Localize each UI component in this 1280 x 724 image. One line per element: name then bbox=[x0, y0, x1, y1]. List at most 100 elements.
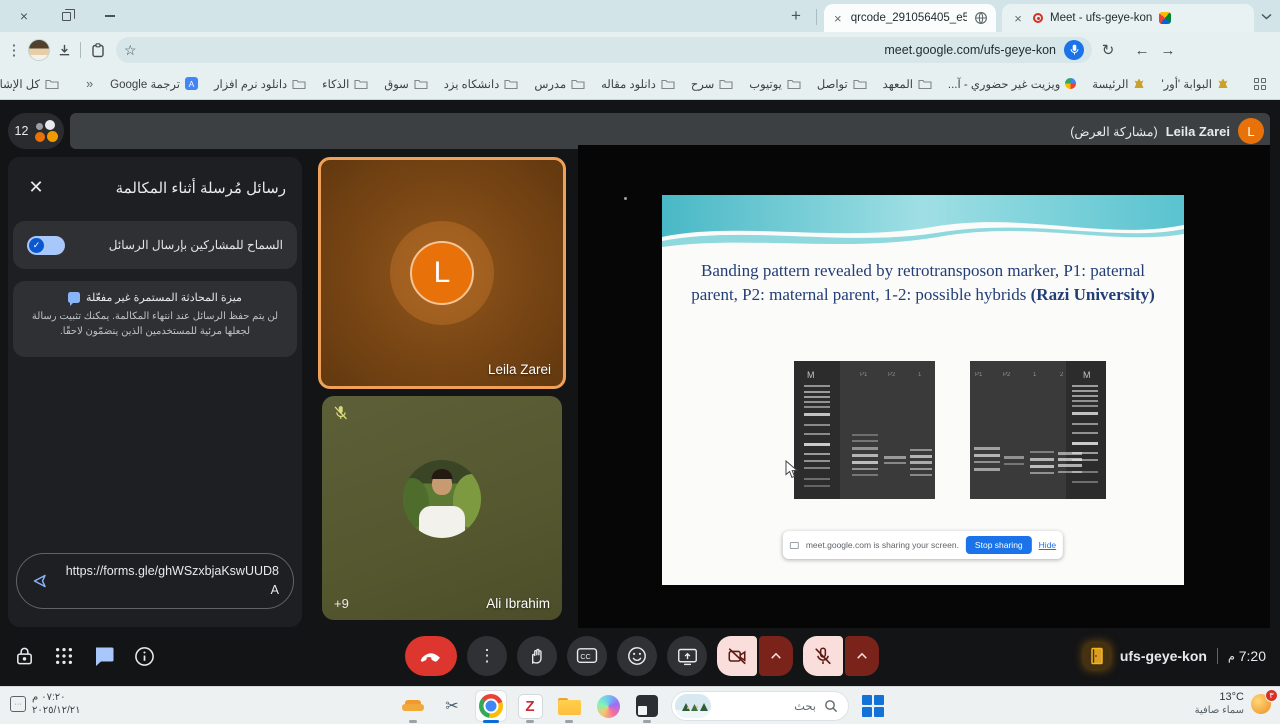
meeting-code: ufs-geye-kon bbox=[1120, 648, 1207, 664]
window-minimize-button[interactable] bbox=[90, 0, 130, 32]
allow-messages-toggle[interactable]: ✓ bbox=[27, 236, 65, 255]
artifact-dot bbox=[624, 197, 627, 200]
gel-image-left: M P1 P2 1 bbox=[794, 361, 935, 499]
new-tab-button[interactable]: + bbox=[782, 0, 810, 32]
bookmark-item[interactable]: الرئيسة bbox=[1085, 74, 1152, 94]
send-icon[interactable] bbox=[31, 572, 49, 590]
back-button[interactable]: ← bbox=[1130, 38, 1154, 62]
taskbar-app-copilot[interactable] bbox=[593, 691, 623, 721]
reactions-button[interactable] bbox=[617, 636, 657, 676]
chrome-icon bbox=[479, 694, 503, 718]
taskbar-search-box[interactable]: بحث bbox=[671, 691, 849, 721]
bookmark-star-icon[interactable]: ☆ bbox=[124, 42, 137, 59]
folder-icon bbox=[853, 78, 867, 90]
taskbar-app-chrome[interactable] bbox=[476, 691, 506, 721]
allow-messages-label: السماح للمشاركين بإرسال الرسائل bbox=[109, 238, 283, 252]
forward-button[interactable]: → bbox=[1156, 38, 1180, 62]
browser-toolbar: ⋮ ☆ meet.google.com/ufs-geye-kon ↻ ← → bbox=[0, 32, 1280, 68]
video-tile-leila[interactable]: L Leila Zarei bbox=[318, 157, 566, 389]
bookmark-item[interactable]: ويزيت غير حضوري - آ... bbox=[941, 74, 1083, 94]
participant-name: Ali Ibrahim bbox=[486, 596, 550, 611]
input-method-icon[interactable]: ··· bbox=[10, 696, 26, 712]
camera-off-button[interactable] bbox=[717, 636, 757, 676]
taskbar-clock[interactable]: ··· م ٠٧:٢٠ ٢٠٢٥/١٢/٢١ bbox=[10, 691, 81, 717]
bookmark-item-google-translate[interactable]: A ترجمة Google bbox=[103, 74, 205, 94]
taskbar-app-lounge[interactable] bbox=[398, 691, 428, 721]
tab-close-icon[interactable]: × bbox=[832, 11, 844, 26]
host-controls-lock-icon[interactable] bbox=[14, 645, 35, 667]
zotero-icon: Z bbox=[519, 695, 542, 718]
meeting-time: م 7:20 bbox=[1228, 648, 1266, 664]
tab-meet-active[interactable]: × Meet - ufs-geye-kon bbox=[1002, 4, 1254, 32]
video-tile-ali[interactable]: +9 Ali Ibrahim bbox=[322, 396, 562, 620]
bookmark-item[interactable]: الذكاء bbox=[315, 74, 375, 94]
hangup-button[interactable] bbox=[405, 636, 457, 676]
info-icon[interactable] bbox=[134, 646, 155, 667]
screen-sharing-bar: meet.google.com is sharing your screen. … bbox=[783, 531, 1063, 559]
bookmark-item[interactable]: المعهد bbox=[876, 74, 939, 94]
taskbar-weather-widget[interactable]: 13°C سماء صافية ٣ bbox=[1195, 690, 1272, 717]
all-bookmarks-button[interactable]: كل الإشارات المرجعية bbox=[0, 74, 66, 94]
window-close-button[interactable]: × bbox=[4, 0, 44, 32]
voice-search-button[interactable] bbox=[1064, 40, 1084, 60]
bookmark-item[interactable]: البوابة 'أور' bbox=[1154, 74, 1236, 94]
restore-icon bbox=[62, 12, 71, 21]
chat-message-input[interactable]: https://forms.gle/ghWSzxbjaKswUUD8A bbox=[16, 553, 294, 609]
bookmark-item[interactable]: سوق bbox=[377, 74, 435, 94]
extension-icon[interactable] bbox=[86, 38, 110, 62]
taskbar-app-zotero[interactable]: Z bbox=[515, 691, 545, 721]
bookmark-item[interactable]: تواصل bbox=[810, 74, 874, 94]
browser-menu-kebab-icon[interactable]: ⋮ bbox=[4, 38, 24, 62]
raise-hand-button[interactable] bbox=[517, 636, 557, 676]
profile-avatar[interactable] bbox=[26, 38, 52, 62]
camera-off-icon bbox=[727, 646, 747, 666]
present-screen-button[interactable] bbox=[667, 636, 707, 676]
taskbar-date: ٢٠٢٥/١٢/٢١ bbox=[32, 704, 81, 717]
taskbar-app-snipping-tool[interactable]: ✂ bbox=[437, 691, 467, 721]
taskbar-app-dark[interactable] bbox=[632, 691, 662, 721]
mic-control-group bbox=[803, 636, 879, 676]
windows-taskbar: ··· م ٠٧:٢٠ ٢٠٢٥/١٢/٢١ ✂ Z بحث bbox=[0, 686, 1280, 724]
url-text[interactable]: meet.google.com/ufs-geye-kon bbox=[884, 43, 1056, 57]
folder-icon bbox=[571, 78, 585, 90]
bookmark-item[interactable]: سرح bbox=[684, 74, 740, 94]
folder-icon bbox=[45, 78, 59, 90]
more-options-button[interactable]: ⋮ bbox=[467, 636, 507, 676]
address-bar[interactable]: ☆ meet.google.com/ufs-geye-kon bbox=[116, 37, 1092, 63]
search-label: بحث bbox=[794, 699, 816, 713]
tab-list-chevron-button[interactable] bbox=[1254, 0, 1278, 32]
emblem-icon bbox=[1217, 78, 1229, 90]
participants-count-pill[interactable]: 12 bbox=[8, 113, 64, 149]
taskbar-app-file-explorer[interactable] bbox=[554, 691, 584, 721]
mouse-cursor bbox=[785, 460, 798, 479]
folder-icon bbox=[504, 78, 518, 90]
activities-grid-icon[interactable] bbox=[54, 646, 74, 666]
bookmark-item[interactable]: دانشكاه يزد bbox=[437, 74, 526, 94]
window-restore-button[interactable] bbox=[46, 0, 86, 32]
bookmark-item[interactable]: دانلود مقاله bbox=[594, 74, 682, 94]
slide-title: Banding pattern revealed by retrotranspo… bbox=[662, 259, 1184, 307]
tab-qrcode[interactable]: × qrcode_291056405_e5f5a8bcb bbox=[824, 4, 996, 32]
camera-options-chevron[interactable] bbox=[759, 636, 793, 676]
bookmark-item[interactable]: يوتيوب bbox=[742, 74, 808, 94]
captions-button[interactable]: CC bbox=[567, 636, 607, 676]
bookmark-item[interactable]: دانلود نرم افزار bbox=[207, 74, 313, 94]
hide-link[interactable]: Hide bbox=[1039, 540, 1056, 550]
chat-close-button[interactable]: ✕ bbox=[24, 175, 48, 199]
chat-notice-body: لن يتم حفظ الرسائل عند انتهاء المكالمة. … bbox=[23, 310, 287, 339]
reload-button[interactable]: ↻ bbox=[1096, 38, 1120, 62]
downloads-button[interactable] bbox=[52, 38, 76, 62]
chat-toggle-icon[interactable] bbox=[93, 645, 115, 667]
apps-grid-icon[interactable] bbox=[1248, 78, 1272, 90]
bookmarks-overflow-chevron[interactable]: « bbox=[78, 76, 101, 91]
taskbar-start-button[interactable] bbox=[858, 691, 888, 721]
tab-label: qrcode_291056405_e5f5a8bcb bbox=[851, 12, 967, 24]
stop-sharing-button[interactable]: Stop sharing bbox=[966, 536, 1032, 554]
tab-close-icon[interactable]: × bbox=[1010, 11, 1026, 26]
bookmark-item[interactable]: مدرس bbox=[527, 74, 592, 94]
mic-options-chevron[interactable] bbox=[845, 636, 879, 676]
mic-off-button[interactable] bbox=[803, 636, 843, 676]
sharing-message: meet.google.com is sharing your screen. bbox=[806, 540, 959, 550]
chevron-up-icon bbox=[770, 652, 782, 660]
browser-titlebar: × + × qrcode_291056405_e5f5a8bcb × Meet … bbox=[0, 0, 1280, 32]
